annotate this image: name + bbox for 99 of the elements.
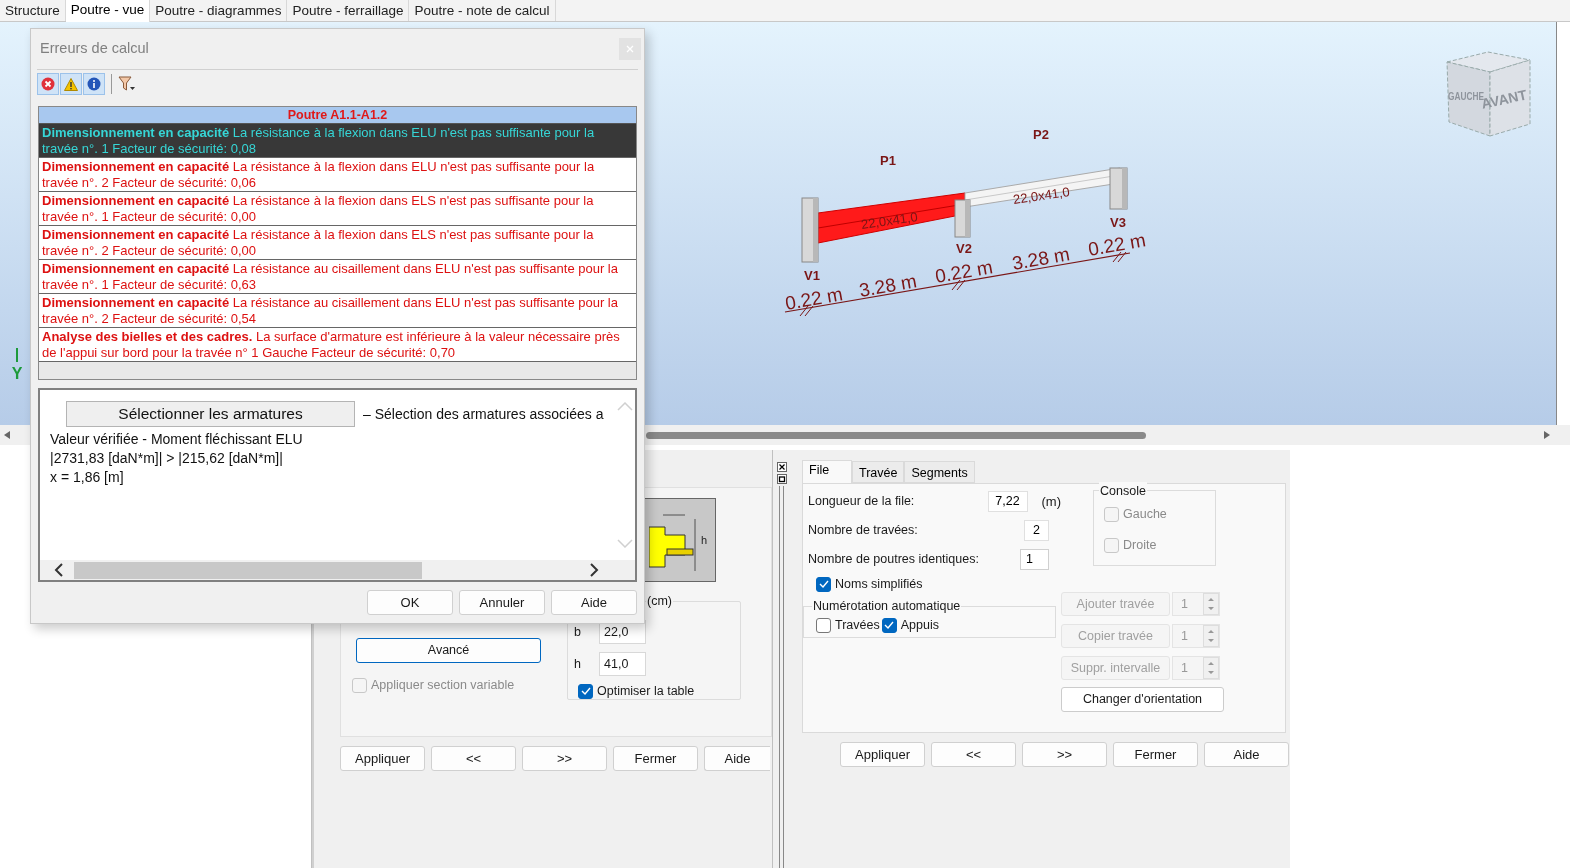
- tab[interactable]: Travée: [852, 461, 905, 483]
- dialog-button[interactable]: Appliquer: [340, 746, 425, 771]
- spin-value: 1: [1180, 596, 1189, 613]
- input-field[interactable]: 1: [1020, 549, 1049, 570]
- support-label: V1: [804, 268, 820, 283]
- checkbox[interactable]: [578, 683, 593, 699]
- tab[interactable]: File: [802, 460, 852, 483]
- dialog-button[interactable]: Fermer: [613, 746, 698, 771]
- close-icon[interactable]: [776, 462, 787, 472]
- check-icon: [884, 621, 895, 630]
- scroll-thumb[interactable]: [74, 561, 422, 579]
- field-label: b: [574, 623, 582, 641]
- table-title: Poutre A1.1-A1.2: [39, 107, 636, 124]
- view-cube[interactable]: [1446, 51, 1531, 137]
- dimension-label: 3.28 m: [857, 270, 919, 301]
- checkbox-label: Travées: [835, 617, 880, 634]
- unit-label: (m): [1041, 492, 1061, 511]
- dialog-button[interactable]: Aide: [551, 590, 637, 615]
- axis-label: Y: [11, 365, 23, 382]
- checkbox[interactable]: [816, 617, 831, 633]
- info-icon: [87, 77, 101, 91]
- dimension-label: 0.22 m: [783, 283, 845, 314]
- dialog-button[interactable]: >>: [522, 746, 607, 771]
- checkbox-label: Gauche: [1123, 506, 1167, 523]
- error-row[interactable]: Dimensionnement en capacité La résistance au cisaillement dans ELU n'est pas suffisante pour la travée n°. 2 Facteur de sécurité: 0,54: [39, 294, 636, 328]
- check-icon: [818, 580, 829, 589]
- horizontal-scrollbar[interactable]: [40, 560, 635, 580]
- dialog-button[interactable]: <<: [931, 742, 1016, 767]
- checkbox-label: Noms simplifiés: [835, 576, 923, 593]
- dimension-label: h: [700, 532, 707, 548]
- error-row[interactable]: Dimensionnement en capacité La résistance à la flexion dans ELU n'est pas suffisante pour la travée n°. 1 Facteur de sécurité: 0,08: [39, 124, 636, 158]
- checkbox-label: Droite: [1123, 536, 1157, 554]
- window-title: Erreurs de calcul: [40, 39, 149, 59]
- dialog-button[interactable]: Fermer: [1113, 742, 1198, 767]
- dimension-label: 3.28 m: [1010, 243, 1072, 274]
- spin-value: 1: [1180, 628, 1189, 645]
- field-label: h: [574, 655, 582, 673]
- detail-line: x = 1,86 [m]: [50, 468, 125, 487]
- dialog-button[interactable]: Appliquer: [840, 742, 925, 767]
- support-label: V3: [1110, 215, 1126, 230]
- dialog-button[interactable]: OK: [367, 590, 453, 615]
- axis-icon: [16, 347, 18, 363]
- span-label: P1: [880, 153, 896, 168]
- column-drawing: [1109, 167, 1128, 210]
- filter-toggle[interactable]: [83, 73, 105, 95]
- error-row[interactable]: Analyse des bielles et des cadres. La surface d'armature est inférieure à la valeur nécessaire près de l'appui sur bord pour la travée n° 1 Gauche Facteur de sécurité: 0,70: [39, 328, 636, 362]
- filter-toggle[interactable]: [60, 73, 82, 95]
- dialog-button[interactable]: Aide: [1204, 742, 1289, 767]
- tab[interactable]: Segments: [904, 461, 975, 483]
- scroll-thumb[interactable]: [646, 431, 1146, 439]
- arrow-right-icon[interactable]: [1544, 431, 1550, 439]
- field-label: Longueur de la file:: [808, 493, 916, 511]
- dimension-label: 0.22 m: [1086, 229, 1148, 260]
- column-drawing: [801, 197, 819, 263]
- dialog-button[interactable]: Aide: [704, 746, 770, 771]
- close-icon: [626, 45, 634, 53]
- dialog-button[interactable]: >>: [1022, 742, 1107, 767]
- dialog-button[interactable]: Annuler: [459, 590, 545, 615]
- error-row[interactable]: Dimensionnement en capacité La résistance à la flexion dans ELS n'est pas suffisante pour la travée n°. 1 Facteur de sécurité: 0,00: [39, 192, 636, 226]
- chevron-left-icon[interactable]: [54, 563, 64, 577]
- checkbox[interactable]: [816, 576, 831, 592]
- spinner-arrows-icon[interactable]: [1203, 657, 1219, 679]
- dialog-button[interactable]: <<: [431, 746, 516, 771]
- spinner-arrows-icon[interactable]: [1203, 625, 1219, 647]
- checkbox-label: Appliquer section variable: [371, 677, 515, 694]
- dimension-label: 0.22 m: [933, 256, 995, 287]
- tab[interactable]: Poutre - vue: [65, 0, 151, 22]
- input-field[interactable]: 41,0: [599, 652, 646, 676]
- checkbox-label: Optimiser la table: [597, 683, 695, 700]
- section-label: 22,0x41,0: [860, 209, 919, 232]
- section-label: 22,0x41,0: [1012, 184, 1071, 207]
- detail-line: Valeur vérifiée - Moment fléchissant ELU: [50, 430, 304, 449]
- arrow-left-icon[interactable]: [4, 431, 10, 439]
- spinner-arrows-icon[interactable]: [1203, 593, 1219, 615]
- error-row[interactable]: Dimensionnement en capacité La résistance à la flexion dans ELU n'est pas suffisante pour la travée n°. 2 Facteur de sécurité: 0,06: [39, 158, 636, 192]
- check-icon: [580, 687, 591, 696]
- checkbox[interactable]: [881, 617, 897, 633]
- column-drawing: [954, 199, 971, 238]
- warning-icon: [64, 77, 78, 91]
- input-field[interactable]: 2: [1024, 520, 1049, 541]
- error-icon: [41, 77, 55, 91]
- filter-icon[interactable]: [118, 76, 136, 92]
- error-row[interactable]: Dimensionnement en capacité La résistance à la flexion dans ELS n'est pas suffisante pour la travée n°. 2 Facteur de sécurité: 0,00: [39, 226, 636, 260]
- orientation-button[interactable]: Changer d'orientation: [1061, 687, 1224, 712]
- select-reinforcement-button[interactable]: Sélectionner les armatures: [66, 401, 355, 427]
- field-label: Nombre de poutres identiques:: [808, 551, 980, 569]
- support-label: V2: [956, 241, 972, 256]
- advanced-button[interactable]: Avancé: [356, 638, 541, 663]
- field-label: Nombre de travées:: [808, 522, 919, 540]
- spin-value: 1: [1180, 660, 1189, 677]
- checkbox-label: Appuis: [900, 617, 939, 634]
- detail-line: |2731,83 [daN*m]| > |215,62 [daN*m]|: [50, 449, 284, 468]
- detail-note: – Sélection des armatures associées a: [363, 404, 604, 424]
- chevron-right-icon[interactable]: [589, 563, 599, 577]
- filter-toggle[interactable]: [37, 73, 59, 95]
- input-field[interactable]: 7,22: [987, 491, 1028, 512]
- span-label: P2: [1033, 127, 1049, 142]
- restore-icon[interactable]: [776, 474, 787, 484]
- error-row[interactable]: Dimensionnement en capacité La résistance au cisaillement dans ELU n'est pas suffisante pour la travée n°. 1 Facteur de sécurité: 0,63: [39, 260, 636, 294]
